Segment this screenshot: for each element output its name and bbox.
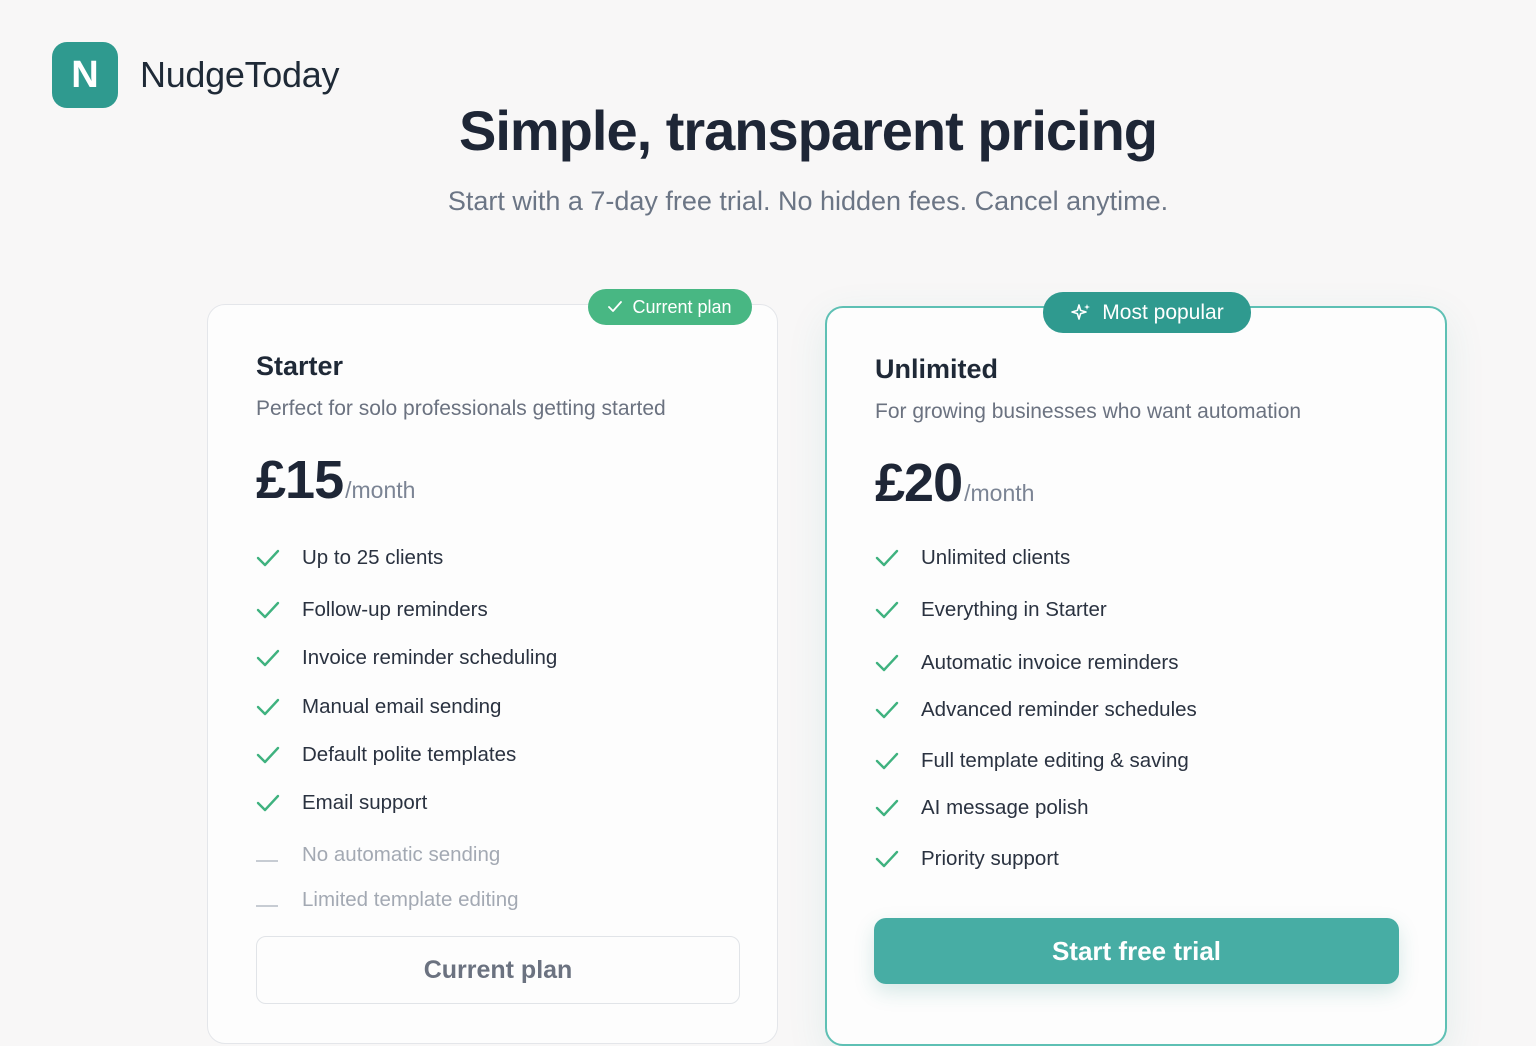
- feature-item: Manual email sending: [256, 692, 501, 722]
- feature-label: Follow-up reminders: [302, 598, 488, 621]
- badge-label: Current plan: [632, 296, 732, 317]
- feature-label: Email support: [302, 791, 428, 814]
- current-plan-badge: Current plan: [588, 289, 752, 325]
- plan-card-starter: Current plan Starter Perfect for solo pr…: [207, 289, 778, 1044]
- check-icon: [256, 543, 284, 573]
- feature-label: Automatic invoice reminders: [921, 651, 1179, 674]
- feature-label: Full template editing & saving: [921, 749, 1189, 772]
- check-icon: [875, 543, 903, 573]
- feature-item: Up to 25 clients: [256, 543, 443, 573]
- check-icon: [875, 844, 903, 874]
- feature-item: Everything in Starter: [875, 595, 1107, 625]
- most-popular-badge: Most popular: [1043, 292, 1251, 333]
- badge-label: Most popular: [1102, 300, 1224, 324]
- sparkle-icon: [1071, 303, 1091, 320]
- check-icon: [875, 793, 903, 823]
- feature-item: Default polite templates: [256, 740, 516, 770]
- check-icon: [256, 788, 284, 818]
- price-amount: £20: [875, 453, 963, 513]
- feature-label: Default polite templates: [302, 743, 517, 766]
- feature-label: Everything in Starter: [921, 598, 1107, 621]
- dash-icon: [256, 840, 284, 870]
- plan-price: £15 /month: [256, 449, 415, 511]
- brand-name: NudgeToday: [140, 54, 340, 95]
- page-subtitle: Start with a 7-day free trial. No hidden…: [447, 186, 1169, 216]
- plan-price: £20 /month: [875, 452, 1034, 514]
- feature-label: AI message polish: [921, 796, 1089, 819]
- feature-item: AI message polish: [875, 793, 1089, 823]
- feature-item: Automatic invoice reminders: [875, 648, 1179, 678]
- feature-label: Invoice reminder scheduling: [302, 646, 558, 669]
- check-icon: [608, 301, 623, 312]
- feature-item: Email support: [256, 788, 427, 818]
- check-icon: [875, 695, 903, 725]
- plan-description: Perfect for solo professionals getting s…: [256, 397, 666, 420]
- feature-label: Priority support: [921, 847, 1059, 870]
- feature-label: Unlimited clients: [921, 546, 1071, 569]
- check-icon: [256, 595, 284, 625]
- check-icon: [256, 692, 284, 722]
- check-icon: [875, 595, 903, 625]
- feature-item: Priority support: [875, 844, 1059, 874]
- feature-item-excluded: No automatic sending: [256, 840, 500, 870]
- feature-item: Follow-up reminders: [256, 595, 488, 625]
- current-plan-button[interactable]: Current plan: [256, 936, 740, 1004]
- plan-name: Unlimited: [875, 354, 999, 384]
- price-period: /month: [345, 477, 416, 503]
- start-free-trial-button[interactable]: Start free trial: [874, 918, 1399, 984]
- feature-item: Unlimited clients: [875, 543, 1070, 573]
- plan-name: Starter: [256, 351, 344, 381]
- feature-item: Advanced reminder schedules: [875, 695, 1197, 725]
- feature-label: Up to 25 clients: [302, 546, 444, 569]
- dash-icon: [256, 885, 284, 915]
- price-amount: £15: [256, 450, 344, 510]
- price-period: /month: [964, 480, 1035, 506]
- plan-description: For growing businesses who want automati…: [875, 400, 1302, 423]
- check-icon: [875, 648, 903, 678]
- feature-label: Advanced reminder schedules: [921, 698, 1197, 721]
- check-icon: [256, 740, 284, 770]
- feature-label: No automatic sending: [302, 843, 501, 866]
- page-title: Simple, transparent pricing: [458, 99, 1158, 162]
- feature-item: Invoice reminder scheduling: [256, 643, 557, 673]
- check-icon: [875, 746, 903, 776]
- feature-item: Full template editing & saving: [875, 746, 1189, 776]
- feature-label: Manual email sending: [302, 695, 502, 718]
- feature-label: Limited template editing: [302, 888, 519, 911]
- plan-card-unlimited: Most popular Unlimited For growing busin…: [825, 292, 1447, 1046]
- feature-item-excluded: Limited template editing: [256, 885, 519, 915]
- check-icon: [256, 643, 284, 673]
